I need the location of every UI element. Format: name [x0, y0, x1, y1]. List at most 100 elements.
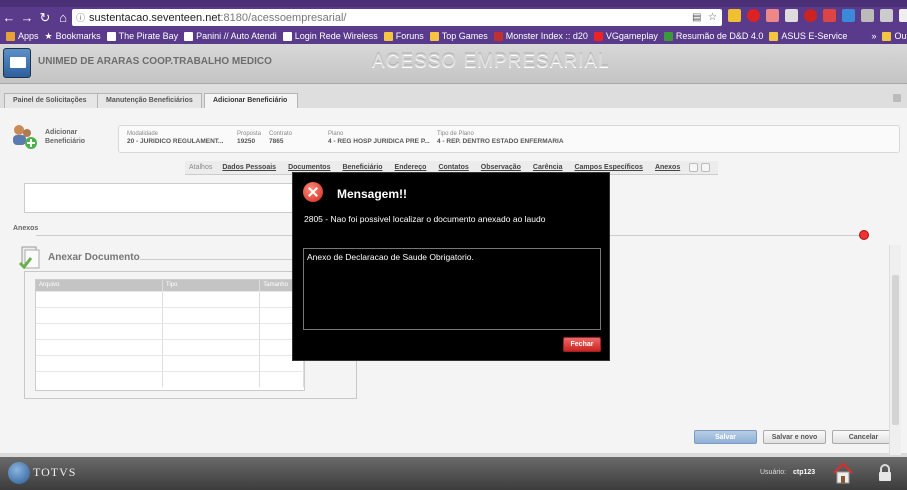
- expand-all-icon[interactable]: [689, 163, 699, 172]
- collapse-all-icon[interactable]: [701, 163, 711, 172]
- link-observacao[interactable]: Observação: [481, 164, 521, 171]
- extension-icon[interactable]: [766, 9, 779, 22]
- folder-icon: [429, 31, 439, 41]
- cancel-button[interactable]: Cancelar: [832, 430, 895, 444]
- bookmark-login-rede[interactable]: Login Rede Wireless: [282, 31, 378, 41]
- url-host: sustentacao.seventeen.net: [89, 11, 221, 24]
- address-bar[interactable]: ⓘ sustentacao.seventeen.net:8180/acessoe…: [72, 9, 722, 26]
- bookmark-panini[interactable]: Panini // Auto Atendi: [184, 31, 277, 41]
- bookmark-foruns[interactable]: Foruns: [383, 31, 424, 41]
- link-anexos[interactable]: Anexos: [655, 164, 680, 171]
- save-button[interactable]: Salvar: [694, 430, 757, 444]
- error-icon: [303, 182, 323, 202]
- close-button[interactable]: Fechar: [563, 337, 601, 352]
- bookmark-resumao[interactable]: Resumão de D&D 4.0: [663, 31, 763, 41]
- bookmark-asus[interactable]: ASUS E-Service: [769, 31, 847, 41]
- bookmark-apps[interactable]: Apps: [6, 31, 39, 41]
- forward-icon[interactable]: →: [18, 10, 36, 25]
- adblock-icon[interactable]: [747, 9, 760, 22]
- column-header-arquivo[interactable]: Arquivo: [36, 280, 164, 291]
- link-carencia[interactable]: Carência: [533, 164, 563, 171]
- info-icon[interactable]: ⓘ: [76, 11, 85, 24]
- back-icon[interactable]: ←: [0, 10, 18, 25]
- lock-icon[interactable]: [878, 464, 892, 482]
- link-endereco[interactable]: Endereço: [395, 164, 427, 171]
- youtube-icon: [593, 31, 603, 41]
- star-icon[interactable]: ☆: [708, 12, 717, 23]
- app-logo-icon: [3, 48, 31, 78]
- table-row: [36, 355, 304, 371]
- bookmark-monster-index[interactable]: Monster Index :: d20: [493, 31, 588, 41]
- extension-icon[interactable]: [785, 9, 798, 22]
- collapse-icon[interactable]: [893, 94, 901, 102]
- extension-icon[interactable]: [823, 9, 836, 22]
- table-row: [36, 307, 304, 323]
- attachments-table: Arquivo Tipo Tamanho: [35, 279, 305, 391]
- table-header: Arquivo Tipo Tamanho: [36, 280, 304, 291]
- folder-icon: [882, 31, 892, 41]
- attach-document-title: Anexar Documento: [48, 252, 140, 263]
- site-icon: [493, 31, 503, 41]
- bookmark-outros-favoritos[interactable]: Outros favoritos: [882, 31, 907, 41]
- scrollbar[interactable]: [889, 245, 901, 455]
- app-tabs: Painel de Solicitações Manutenção Benefi…: [0, 84, 907, 109]
- beneficiary-title: Adicionar Beneficiário: [45, 129, 86, 145]
- dialog-title: Mensagem!!: [337, 187, 408, 201]
- column-header-tipo[interactable]: Tipo: [163, 280, 261, 291]
- table-row: [36, 339, 304, 355]
- extension-icon[interactable]: [861, 9, 874, 22]
- save-and-new-button[interactable]: Salvar e novo: [763, 430, 826, 444]
- extension-icon[interactable]: [899, 9, 907, 22]
- app-title: ACESSO EMPRESARIAL: [372, 51, 610, 72]
- user-label: Usuário:: [760, 469, 787, 476]
- tab-manutencao-beneficiarios[interactable]: Manutenção Beneficiários: [97, 93, 202, 108]
- document-icon: [18, 246, 40, 270]
- tab-adicionar-beneficiario[interactable]: Adicionar Beneficiário: [204, 93, 298, 109]
- browser-tab-strip: [0, 0, 907, 7]
- link-documentos[interactable]: Documentos: [288, 164, 330, 171]
- modalidade-field: Modalidade 20 - JURIDICO REGULAMENT...: [127, 131, 224, 145]
- bookmark-pirate-bay[interactable]: The Pirate Bay: [106, 31, 178, 41]
- brand-name: TOTVS: [33, 465, 77, 479]
- site-icon: [663, 31, 673, 41]
- download-icon[interactable]: [842, 9, 855, 22]
- extension-icon[interactable]: [728, 9, 741, 22]
- bookmarks-overflow[interactable]: »: [871, 31, 876, 41]
- table-row: [36, 291, 304, 307]
- remove-section-icon[interactable]: [859, 230, 869, 240]
- link-dados-pessoais[interactable]: Dados Pessoais: [222, 164, 276, 171]
- apps-icon: [6, 31, 15, 41]
- tipo-plano-field: Tipo de Plano 4 - REP. DENTRO ESTADO ENFE…: [437, 131, 564, 145]
- extension-icon[interactable]: [880, 9, 893, 22]
- divider: [140, 259, 300, 260]
- bookmarks-bar: Apps ★ Bookmarks The Pirate Bay Panini //…: [0, 28, 907, 44]
- scrollbar-thumb[interactable]: [892, 275, 899, 425]
- dialog-detail-box: Anexo de Declaracao de Saude Obrigatorio…: [303, 248, 601, 330]
- company-name: UNIMED DE ARARAS COOP.TRABALHO MEDICO: [38, 56, 272, 67]
- home-icon[interactable]: ⌂: [54, 10, 72, 25]
- message-dialog: Mensagem!! 2805 - Nao foi possivel local…: [292, 172, 610, 361]
- link-contatos[interactable]: Contatos: [438, 164, 468, 171]
- link-campos-especificos[interactable]: Campos Específicos: [574, 164, 642, 171]
- totvs-logo-icon: [8, 462, 30, 484]
- tab-painel-solicitacoes[interactable]: Painel de Solicitações: [4, 93, 98, 108]
- add-user-icon: [13, 125, 37, 149]
- bookmark-bookmarks[interactable]: ★ Bookmarks: [45, 31, 101, 42]
- shortcuts-label: Atalhos: [189, 164, 213, 171]
- dialog-message: 2805 - Nao foi possivel localizar o docu…: [304, 214, 546, 224]
- home-icon[interactable]: [832, 461, 854, 485]
- translate-icon[interactable]: ▤: [692, 12, 701, 23]
- page-icon: [184, 31, 194, 41]
- app-header: UNIMED DE ARARAS COOP.TRABALHO MEDICO AC…: [0, 44, 907, 84]
- contract-info-panel: Modalidade 20 - JURIDICO REGULAMENT... Pr…: [118, 125, 900, 153]
- beneficiary-header: Adicionar Beneficiário Modalidade 20 - JUR…: [0, 116, 907, 154]
- star-icon: ★: [44, 30, 53, 41]
- page-icon: [106, 31, 116, 41]
- bookmark-top-games[interactable]: Top Games: [429, 31, 488, 41]
- pinterest-icon[interactable]: [804, 9, 817, 22]
- reload-icon[interactable]: ↻: [36, 10, 54, 26]
- app-footer: TOTVS Usuário: ctp123: [0, 457, 907, 490]
- bookmark-vggameplay[interactable]: VGgameplay: [593, 31, 658, 41]
- link-beneficiario[interactable]: Beneficiário: [342, 164, 382, 171]
- anexos-section-label: Anexos: [13, 225, 39, 232]
